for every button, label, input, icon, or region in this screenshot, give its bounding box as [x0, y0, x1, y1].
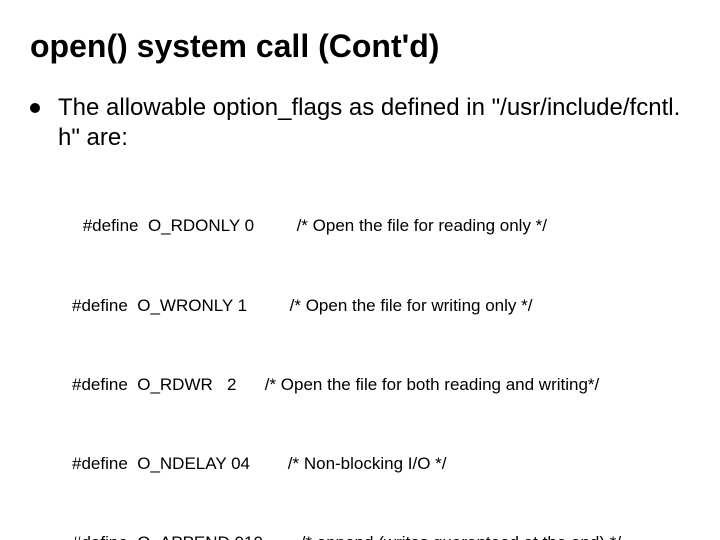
define-line: #define O_RDONLY 0 /* Open the file for …: [78, 213, 690, 239]
bullet-item: The allowable option_flags as defined in…: [30, 93, 690, 153]
define-line: #define O_WRONLY 1 /* Open the file for …: [72, 293, 690, 319]
bullet-text: The allowable option_flags as defined in…: [58, 93, 690, 153]
define-block: #define O_RDONLY 0 /* Open the file for …: [72, 161, 690, 540]
bullet-list: The allowable option_flags as defined in…: [30, 93, 690, 153]
define-line: #define O_NDELAY 04 /* Non-blocking I/O …: [72, 451, 690, 477]
bullet-icon: [30, 103, 40, 113]
define-line: #define O_APPEND 010 /* append (writes g…: [72, 530, 690, 540]
slide-title: open() system call (Cont'd): [30, 28, 690, 65]
slide: open() system call (Cont'd) The allowabl…: [0, 0, 720, 540]
define-line: #define O_RDWR 2 /* Open the file for bo…: [72, 372, 690, 398]
